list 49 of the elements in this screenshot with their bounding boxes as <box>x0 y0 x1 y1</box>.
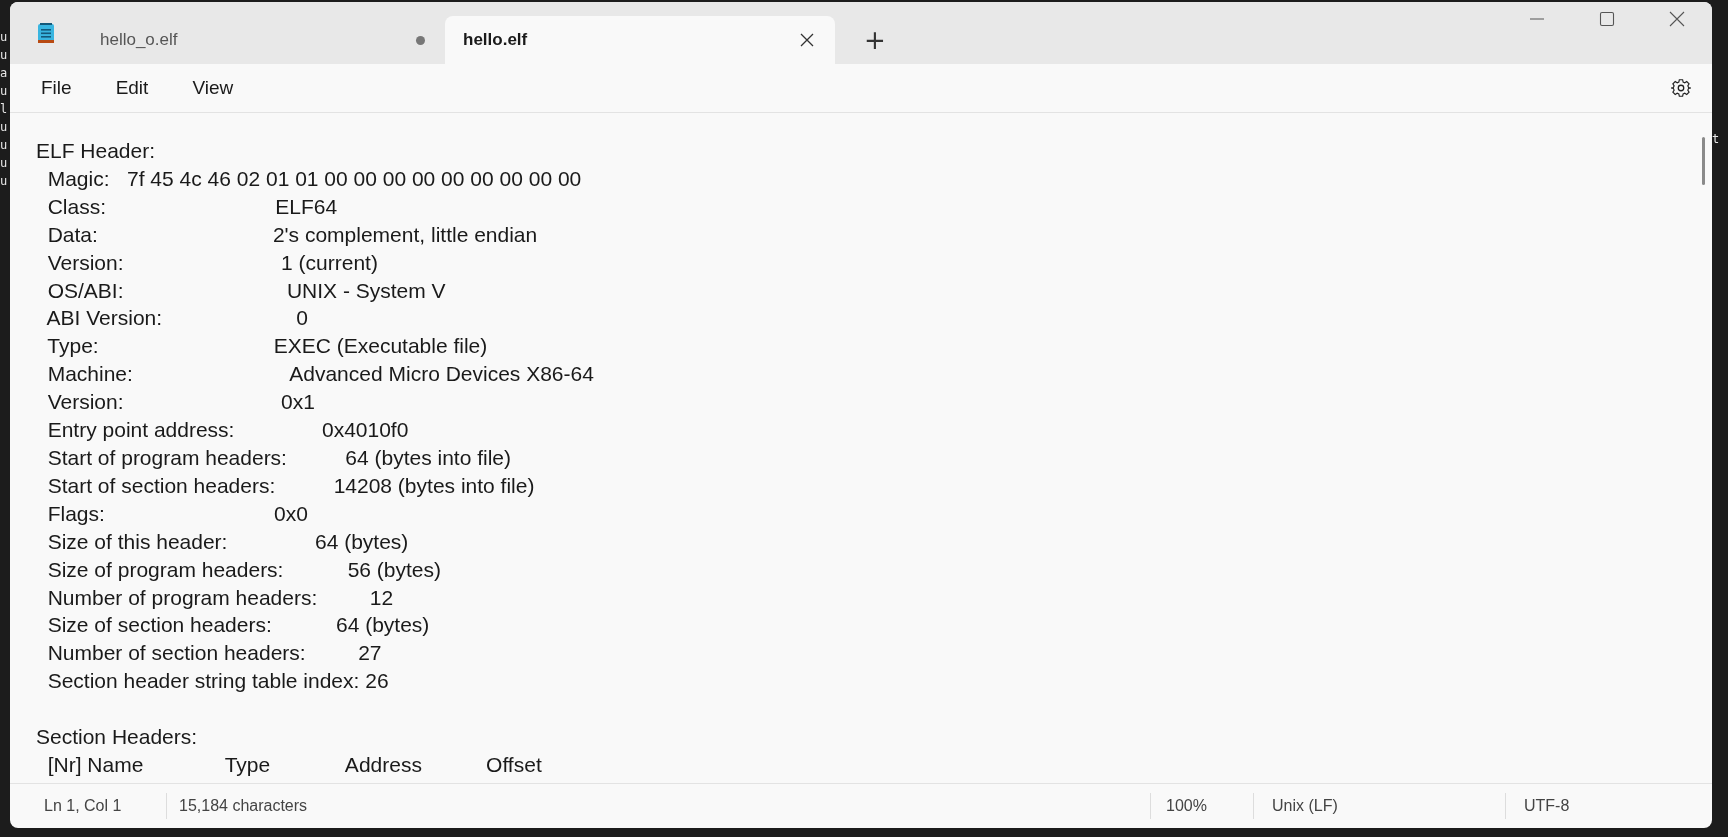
file-tab[interactable]: hello_o.elf <box>82 16 445 64</box>
text-line: OS/ABI: UNIX - System V <box>46 277 447 304</box>
text-line: ABI Version: 0 <box>45 305 309 332</box>
menu-item[interactable]: Edit <box>106 71 158 105</box>
terminal-text: u <box>0 83 9 100</box>
new-tab-button[interactable]: + <box>845 16 905 64</box>
line-ending[interactable]: Unix (LF) <box>1254 793 1506 819</box>
terminal-text: u <box>0 29 9 46</box>
text-line: Class: ELF64 <box>46 193 339 220</box>
close-icon[interactable] <box>799 32 815 48</box>
cursor-position: Ln 1, Col 1 <box>10 793 167 819</box>
settings-icon[interactable] <box>1670 77 1692 99</box>
text-line: Data: 2's complement, little endian <box>46 221 539 248</box>
encoding[interactable]: UTF-8 <box>1506 793 1570 819</box>
text-line: Size of this header: 64 (bytes) <box>46 528 410 555</box>
file-tab[interactable]: hello.elf <box>445 16 835 64</box>
close-icon[interactable] <box>1669 11 1685 27</box>
text-line: Start of section headers: 14208 (bytes into file) <box>46 472 536 499</box>
text-line: [Nr] Name Type Address Offset <box>46 752 543 779</box>
text-line: Version: 1 (current) <box>46 249 379 276</box>
menu-item[interactable]: View <box>183 71 243 105</box>
text-line: Magic: 7f 45 4c 46 02 01 01 00 00 00 00 00 00 00 00 00 <box>46 165 583 192</box>
scrollbar-thumb[interactable] <box>1702 137 1705 185</box>
terminal-text: u <box>0 155 9 172</box>
maximize-icon[interactable] <box>1599 11 1615 27</box>
text-line: Start of program headers: 64 (bytes into file) <box>46 444 513 471</box>
unsaved-dot-icon <box>416 35 425 45</box>
text-line: Number of program headers: 12 <box>46 584 395 611</box>
terminal-text: u <box>0 47 9 64</box>
text-line: ELF Header: <box>36 138 157 164</box>
text-line: Size of section headers: 64 (bytes) <box>46 612 431 639</box>
terminal-text: a <box>0 65 9 82</box>
text-line: Machine: Advanced Micro Devices X86-64 <box>46 361 595 388</box>
terminal-text: t <box>1712 131 1721 148</box>
terminal-text: l <box>0 101 9 118</box>
text-line: Section header string table index: 26 <box>46 668 390 695</box>
terminal-text: u <box>0 173 9 190</box>
text-line: Type: EXEC (Executable file) <box>46 333 489 360</box>
text-line: Number of section headers: 27 <box>46 640 383 667</box>
text-line: Flags: 0x0 <box>46 500 309 527</box>
terminal-text: u <box>0 119 9 136</box>
text-line: Section Headers: <box>36 724 199 751</box>
terminal-text: u <box>0 137 9 154</box>
text-line: Entry point address: 0x4010f0 <box>46 417 410 444</box>
text-line: Version: 0x1 <box>46 389 316 416</box>
character-count: 15,184 characters <box>167 793 1151 819</box>
zoom-level[interactable]: 100% <box>1151 793 1254 819</box>
menu-item[interactable]: File <box>32 71 81 105</box>
text-line: Size of program headers: 56 (bytes) <box>46 556 442 583</box>
